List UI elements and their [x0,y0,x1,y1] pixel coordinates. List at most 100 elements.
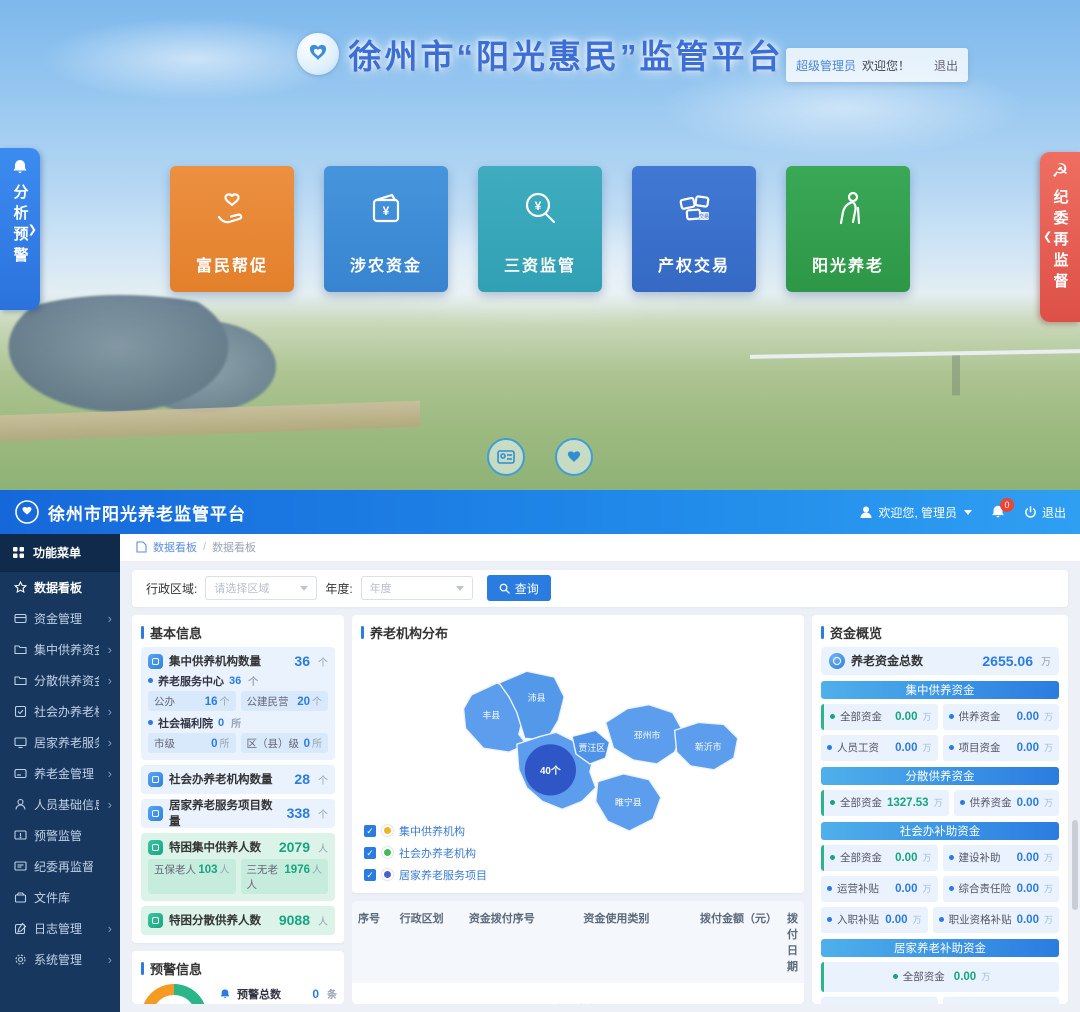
logout-label: 退出 [1042,504,1066,521]
people-icon [148,840,163,855]
heart-hands-shortcut-icon[interactable] [555,438,593,476]
sidebar-item-data-board[interactable]: 数据看板 [0,572,120,603]
tile-yangguang-yanglao[interactable]: 阳光养老 [786,166,910,292]
tile-sanzi-jianguan[interactable]: ¥ 三资监管 [478,166,602,292]
breadcrumb-root[interactable]: 数据看板 [153,539,197,555]
bell-icon [219,988,231,1000]
fund-cell: 运营补贴0.00万 [821,997,938,1004]
checkbox-checked-icon[interactable] [364,847,376,859]
sidebar-item-discipline-supervision[interactable]: 纪委再监督 [0,851,120,882]
fund-cell: 供养资金0.00万 [954,790,1059,816]
filter-bar: 行政区域: 请选择区域 年度: 年度 查询 [132,570,1068,607]
sidebar-item-file-library[interactable]: 文件库 [0,882,120,913]
tile-fumin-bangcu[interactable]: 富民帮促 [170,166,294,292]
legend-centralized-institutions[interactable]: 集中供养机构 [364,823,487,839]
column-header: 行政区划 [394,901,463,983]
funds-table-panel: 序号 行政区划 资金拨付序号 资金使用类别 拨付金额（元） 拨付日期 暂无数据 … [352,901,804,1004]
fund-cell: 建设补助0.00万 [943,997,1060,1004]
tile-chanquan-jiaoyi[interactable]: 交易 产权交易 [632,166,756,292]
vertical-scrollbar[interactable] [1072,820,1078,910]
sidebar-item-personnel-info[interactable]: 人员基础信息 [0,789,120,820]
breadcrumb-separator: / [203,541,206,553]
sidebar-item-label: 分散供养资金 [34,672,99,689]
checkbox-checked-icon[interactable] [364,825,376,837]
institution-icon [148,772,163,787]
sidebar-item-funds[interactable]: 资金管理 [0,603,120,634]
card-unit: 人 [318,840,328,855]
warning-info-panel: 预警信息 预警总数 0 条 [132,951,344,1004]
sub-label: 养老服务中心 [158,673,224,689]
sidebar-item-centralized-funds[interactable]: 集中供养资金 [0,634,120,665]
elder-icon [825,166,871,252]
social-institutions-card: 社会办养老机构数量 28 个 [141,765,335,794]
search-button[interactable]: 查询 [487,575,551,601]
card-unit: 人 [318,913,328,928]
welcome-text: 欢迎您！ [862,57,910,74]
sidebar-item-pension-management[interactable]: 养老金管理 [0,758,120,789]
region-label-pizhou: 邳州市 [634,729,661,740]
user-menu[interactable]: 欢迎您, 管理员 [859,504,972,521]
region-label-peixian: 沛县 [528,692,546,703]
region-label-suining: 睢宁县 [615,796,642,807]
tile-label: 涉农资金 [350,252,422,276]
funds-overview-title: 资金概览 [821,623,1059,642]
user-icon [859,505,873,519]
id-card-shortcut-icon[interactable] [487,438,525,476]
logout-link[interactable]: 退出 [934,57,958,74]
map-title: 养老机构分布 [361,623,795,642]
column-header: 资金使用类别 [577,901,694,983]
region-label-fengxian: 丰县 [482,709,500,720]
sidebar-item-social-institutions[interactable]: 社会办养老机构 [0,696,120,727]
card-label: 特困集中供养人数 [169,839,261,855]
hand-heart-icon [209,166,255,252]
sidebar-item-decentralized-funds[interactable]: 分散供养资金 [0,665,120,696]
card-unit: 个 [318,772,328,787]
warning-donut-chart [141,984,207,1004]
fund-cell: 全部资金1327.53万 [821,790,949,816]
column-header: 拨付日期 [781,901,804,983]
table-empty-text: 暂无数据 [352,983,804,1004]
stat-mini: 五保老人103人 [148,859,236,894]
section-header-decentralized: 分散供养资金 [821,767,1059,785]
menu-header-label: 功能菜单 [33,544,81,561]
tile-shenong-zijin[interactable]: ¥ 涉农资金 [324,166,448,292]
stat-mini: 公建民营20个 [241,691,329,711]
map-count-label: 40个 [540,764,561,777]
green-pin-icon [382,847,393,858]
checkbox-checked-icon[interactable] [364,869,376,881]
sidebar-item-system-management[interactable]: 系统管理 [0,944,120,975]
column-header: 拨付金额（元） [694,901,781,983]
sidebar-item-label: 集中供养资金 [34,641,99,658]
tile-label: 阳光养老 [812,252,884,276]
gear-icon [13,953,27,966]
indigo-pin-icon [382,869,393,880]
legend-home-care-projects[interactable]: 居家养老服务项目 [364,867,487,883]
stat-mini: 公办16个 [148,691,236,711]
year-select[interactable]: 年度 [361,576,473,600]
sidebar-item-label: 文件库 [34,889,112,906]
notifications-button[interactable]: 0 [990,504,1006,520]
monitor-icon [13,736,27,749]
region-select[interactable]: 请选择区域 [205,576,317,600]
region-filter-label: 行政区域: [146,580,197,597]
fund-cell: 运营补贴0.00万 [821,876,938,902]
sidebar-item-home-care-projects[interactable]: 居家养老服务项目 [0,727,120,758]
legend-social-institutions[interactable]: 社会办养老机构 [364,845,487,861]
breadcrumb-current: 数据看板 [212,539,256,555]
sidebar-item-label: 数据看板 [34,579,112,596]
logout-button[interactable]: 退出 [1024,504,1066,521]
sidebar-item-label: 养老金管理 [34,765,99,782]
card-value: 338 [287,805,310,821]
column-header: 资金拨付序号 [463,901,578,983]
fund-cell: 建设补助0.00万 [943,845,1060,871]
bullet-dot [148,720,153,725]
total-funds-label: 养老资金总数 [851,652,923,669]
fund-cell: 人员工资0.00万 [821,735,938,761]
sidebar-item-log-management[interactable]: 日志管理 [0,913,120,944]
tile-label: 三资监管 [504,252,576,276]
year-filter-label: 年度: [325,580,352,597]
landing-title: 徐州市“阳光惠民”监管平台 [349,30,784,78]
stat-mini: 三无老人1976人 [241,859,329,894]
card-label: 居家养老服务项目数量 [169,797,281,829]
sidebar-item-warning-supervision[interactable]: 预警监管 [0,820,120,851]
